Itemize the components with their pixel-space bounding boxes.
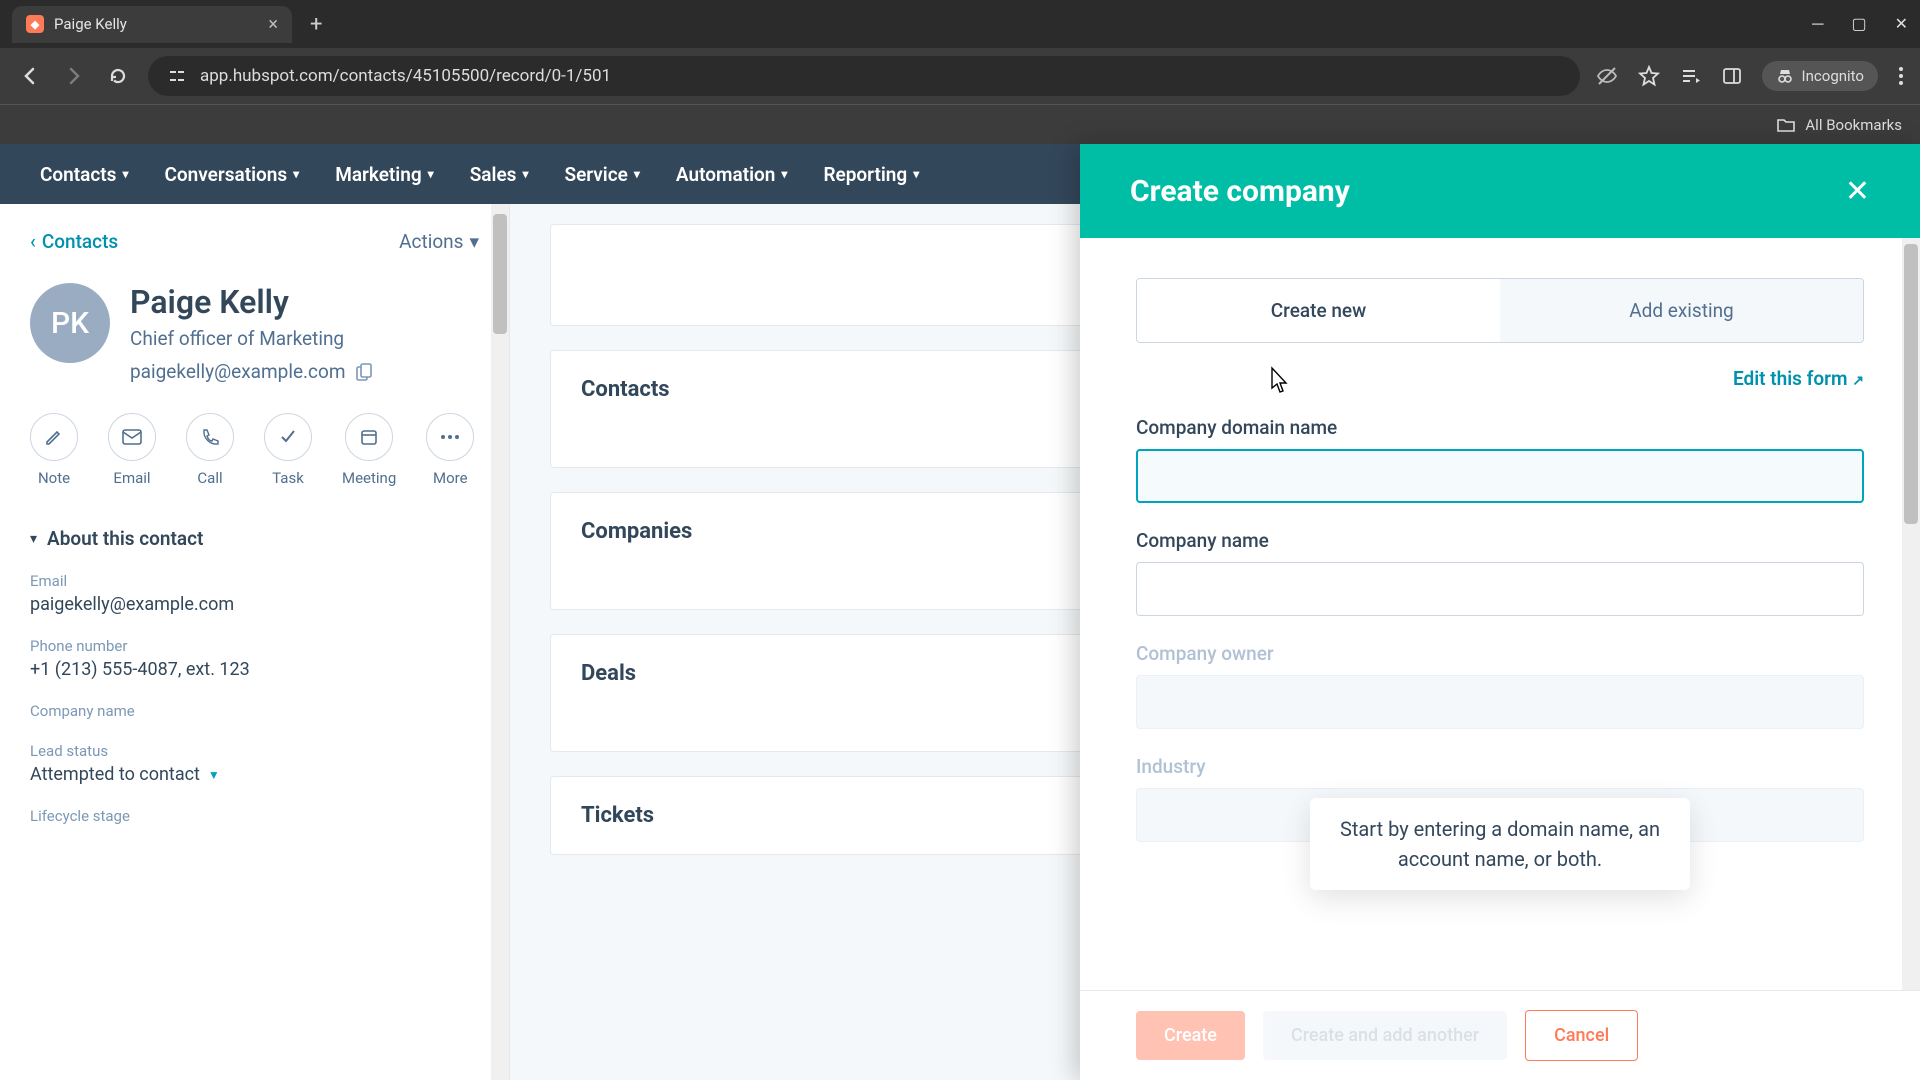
site-settings-icon[interactable] [166, 65, 188, 87]
playlist-icon[interactable] [1680, 65, 1702, 87]
field-lead-status: Lead status Attempted to contact▼ [30, 742, 479, 785]
nav-automation[interactable]: Automation▾ [676, 163, 788, 186]
chevron-down-icon: ▾ [122, 167, 128, 181]
email-button[interactable]: Email [108, 413, 156, 487]
star-icon[interactable] [1638, 65, 1660, 87]
panel-footer: Create Create and add another Cancel [1080, 990, 1920, 1080]
back-button[interactable] [16, 62, 44, 90]
nav-sales[interactable]: Sales▾ [470, 163, 529, 186]
window-controls: ─ ▢ ✕ [1812, 14, 1908, 34]
bookmarks-bar: All Bookmarks [0, 104, 1920, 144]
address-bar: app.hubspot.com/contacts/45105500/record… [0, 48, 1920, 104]
field-lifecycle-stage: Lifecycle stage [30, 807, 479, 825]
menu-icon[interactable] [1898, 66, 1904, 86]
panel-scrollbar[interactable] [1902, 238, 1920, 990]
breadcrumb[interactable]: ‹ Contacts [30, 230, 118, 253]
cancel-button[interactable]: Cancel [1525, 1010, 1638, 1061]
contact-title: Chief officer of Marketing [130, 327, 372, 350]
app-root: Contacts▾ Conversations▾ Marketing▾ Sale… [0, 144, 1920, 1080]
sidebar-scrollbar[interactable] [491, 204, 509, 1080]
panel-icon[interactable] [1722, 66, 1742, 86]
new-tab-button[interactable]: + [300, 12, 332, 37]
about-section-header[interactable]: ▾ About this contact [30, 527, 479, 550]
incognito-label: Incognito [1802, 67, 1864, 85]
incognito-icon [1776, 67, 1794, 85]
contact-header: PK Paige Kelly Chief officer of Marketin… [30, 283, 479, 383]
nav-service[interactable]: Service▾ [564, 163, 639, 186]
close-icon[interactable]: ✕ [1845, 174, 1870, 209]
incognito-chip[interactable]: Incognito [1762, 61, 1878, 91]
tab-add-existing[interactable]: Add existing [1500, 279, 1863, 342]
tab-title: Paige Kelly [54, 15, 127, 33]
company-domain-input[interactable] [1136, 449, 1864, 503]
chevron-down-icon: ▾ [522, 167, 528, 181]
chevron-down-icon: ▾ [428, 167, 434, 181]
helper-tooltip: Start by entering a domain name, an acco… [1310, 798, 1690, 890]
maximize-icon[interactable]: ▢ [1851, 14, 1866, 34]
task-button[interactable]: Task [264, 413, 312, 487]
note-button[interactable]: Note [30, 413, 78, 487]
create-button[interactable]: Create [1136, 1011, 1245, 1060]
hubspot-favicon: ◆ [26, 15, 44, 33]
field-company-owner: Company owner [1136, 642, 1864, 729]
copy-icon[interactable] [356, 363, 372, 381]
field-email: Email paigekelly@example.com [30, 572, 479, 615]
panel-body: Create new Add existing Edit this form ↗… [1080, 238, 1920, 990]
edit-form-link[interactable]: Edit this form ↗ [1136, 367, 1864, 390]
contact-email: paigekelly@example.com [130, 360, 346, 383]
contact-action-buttons: Note Email Call Task Meeting [30, 413, 479, 487]
company-owner-select [1136, 675, 1864, 729]
chevron-down-icon: ▾ [634, 167, 640, 181]
close-window-icon[interactable]: ✕ [1895, 14, 1908, 34]
minimize-icon[interactable]: ─ [1812, 14, 1823, 34]
field-company-domain: Company domain name [1136, 416, 1864, 503]
caret-down-icon: ▾ [469, 230, 479, 253]
caret-down-icon: ▾ [30, 531, 37, 547]
chevron-left-icon: ‹ [30, 230, 36, 253]
chevron-down-icon: ▾ [913, 167, 919, 181]
tab-create-new[interactable]: Create new [1137, 279, 1500, 342]
forward-button[interactable] [60, 62, 88, 90]
caret-down-icon: ▼ [208, 768, 220, 782]
panel-title: Create company [1130, 174, 1350, 209]
field-phone: Phone number +1 (213) 555-4087, ext. 123 [30, 637, 479, 680]
field-company-name: Company name [30, 702, 479, 720]
create-mode-tabs: Create new Add existing [1136, 278, 1864, 343]
eye-off-icon[interactable] [1596, 65, 1618, 87]
tab-bar: ◆ Paige Kelly × + ─ ▢ ✕ [0, 0, 1920, 48]
url-text: app.hubspot.com/contacts/45105500/record… [200, 66, 611, 86]
nav-contacts[interactable]: Contacts▾ [40, 163, 128, 186]
create-company-panel: Create company ✕ Create new Add existing… [1080, 144, 1920, 1080]
external-link-icon: ↗ [1852, 373, 1864, 389]
company-name-input[interactable] [1136, 562, 1864, 616]
all-bookmarks-link[interactable]: All Bookmarks [1805, 116, 1902, 134]
contact-sidebar: ‹ Contacts Actions ▾ PK Paige Kelly Chie… [0, 204, 510, 1080]
reload-button[interactable] [104, 62, 132, 90]
browser-chrome: ◆ Paige Kelly × + ─ ▢ ✕ app.hubspot.com/… [0, 0, 1920, 144]
call-button[interactable]: Call [186, 413, 234, 487]
chevron-down-icon: ▾ [293, 167, 299, 181]
nav-reporting[interactable]: Reporting▾ [823, 163, 919, 186]
avatar: PK [30, 283, 110, 363]
folder-icon [1777, 117, 1795, 133]
meeting-button[interactable]: Meeting [342, 413, 396, 487]
contact-name: Paige Kelly [130, 283, 372, 321]
close-tab-icon[interactable]: × [268, 14, 278, 35]
nav-marketing[interactable]: Marketing▾ [335, 163, 434, 186]
create-and-add-another-button[interactable]: Create and add another [1263, 1011, 1507, 1060]
panel-header: Create company ✕ [1080, 144, 1920, 238]
field-company-name-input: Company name [1136, 529, 1864, 616]
chevron-down-icon: ▾ [781, 167, 787, 181]
actions-dropdown[interactable]: Actions ▾ [399, 230, 479, 253]
url-field[interactable]: app.hubspot.com/contacts/45105500/record… [148, 56, 1580, 96]
browser-tab[interactable]: ◆ Paige Kelly × [12, 6, 292, 43]
nav-conversations[interactable]: Conversations▾ [164, 163, 299, 186]
more-button[interactable]: More [426, 413, 474, 487]
